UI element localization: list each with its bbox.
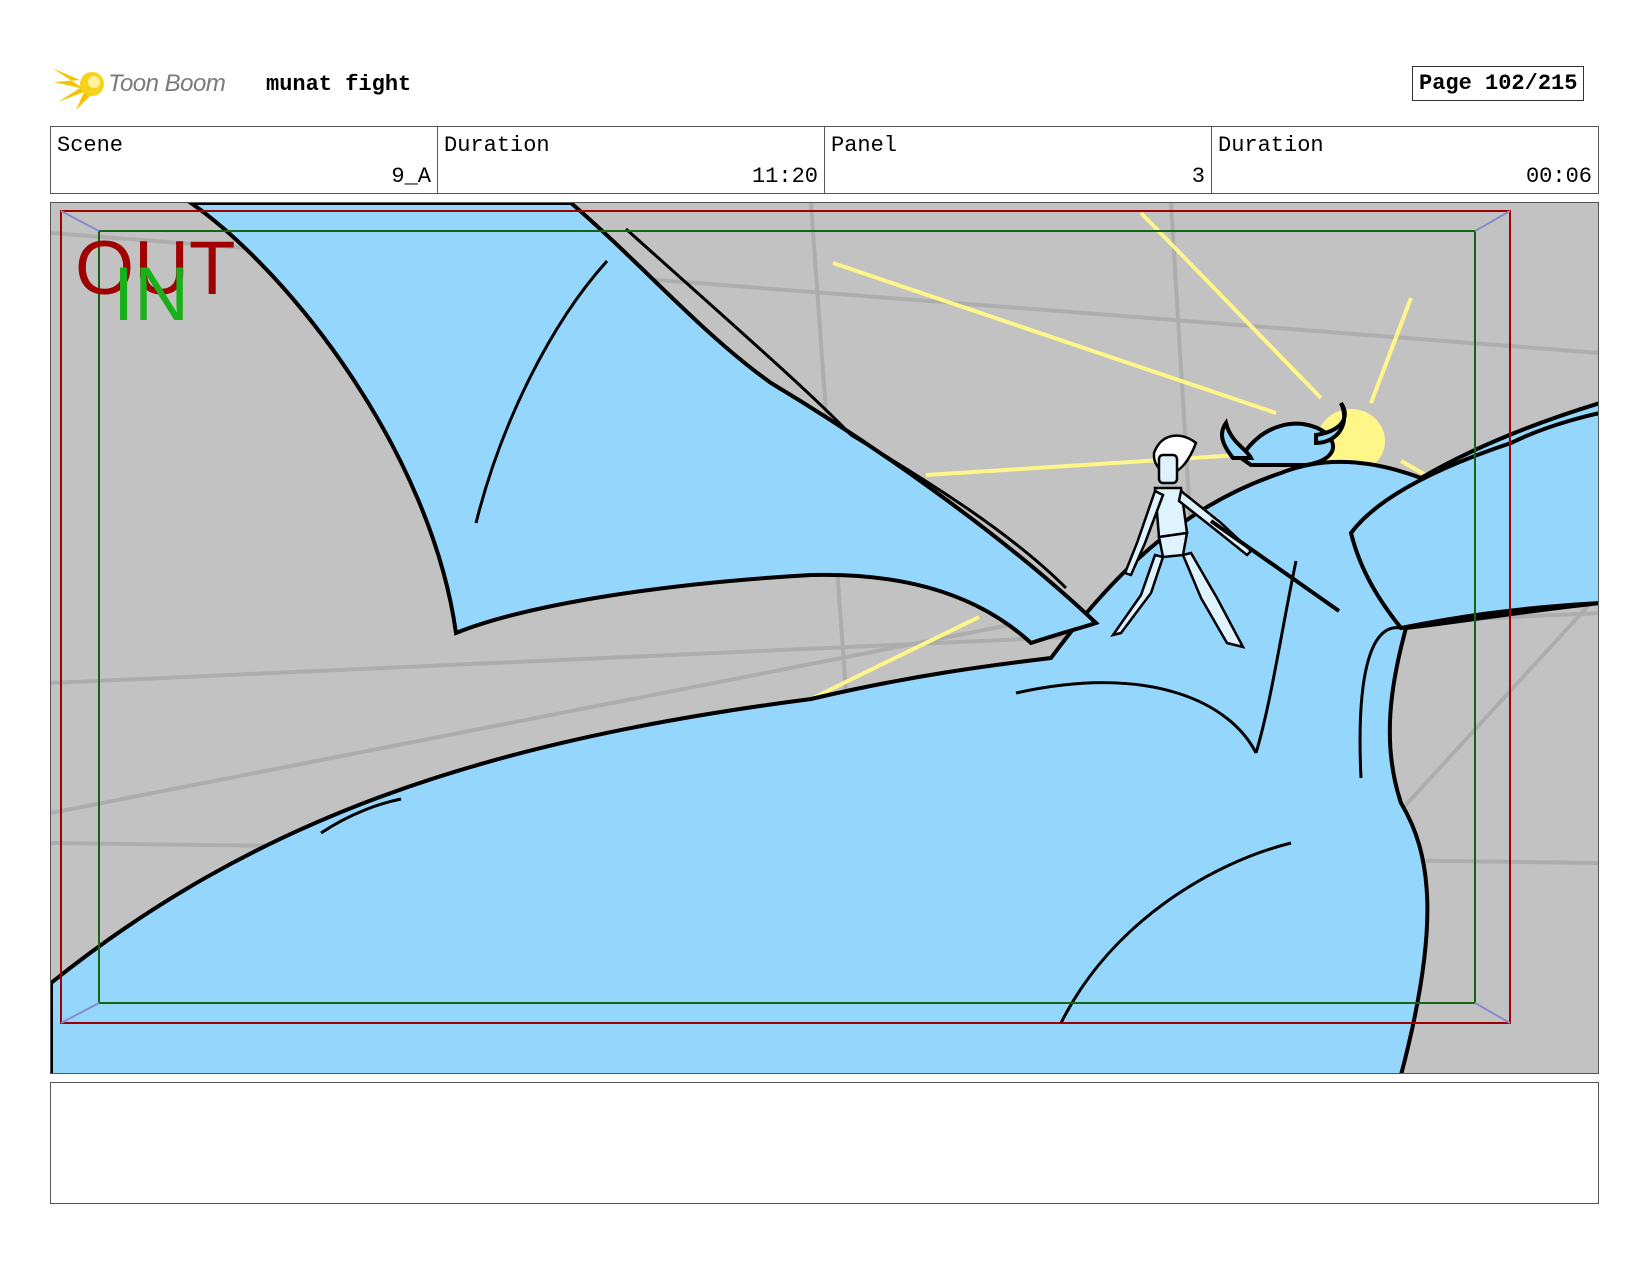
panel-duration-value: 00:06 — [1525, 164, 1592, 189]
scene-duration-value: 11:20 — [751, 164, 818, 189]
page-header: Toon Boom munat fight Page 102/215 — [50, 58, 1600, 114]
page-number: Page 102/215 — [1412, 66, 1585, 101]
scene-duration-label: Duration — [444, 133, 550, 158]
brand-name: Toon Boom — [108, 70, 226, 97]
panel-label: Panel — [831, 133, 898, 158]
scene-duration-cell: Duration 11:20 — [438, 127, 825, 193]
panel-value: 3 — [1191, 164, 1205, 189]
project-title: munat fight — [266, 72, 412, 97]
scene-label: Scene — [57, 133, 124, 158]
storyboard-panel: OUT IN — [50, 202, 1599, 1074]
dragon-wing-left — [187, 203, 1100, 646]
scene-info-table: Scene 9_A Duration 11:20 Panel 3 Duratio… — [50, 126, 1599, 194]
panel-duration-cell: Duration 00:06 — [1212, 127, 1598, 193]
panel-notes — [50, 1082, 1599, 1204]
panel-cell: Panel 3 — [825, 127, 1212, 193]
dragon-head — [1219, 401, 1347, 467]
in-frame-label: IN — [113, 252, 189, 337]
toon-boom-logo-icon — [52, 68, 104, 110]
panel-duration-label: Duration — [1218, 133, 1324, 158]
scene-cell: Scene 9_A — [51, 127, 438, 193]
panel-drawing — [51, 203, 1598, 1073]
scene-value: 9_A — [391, 164, 431, 189]
